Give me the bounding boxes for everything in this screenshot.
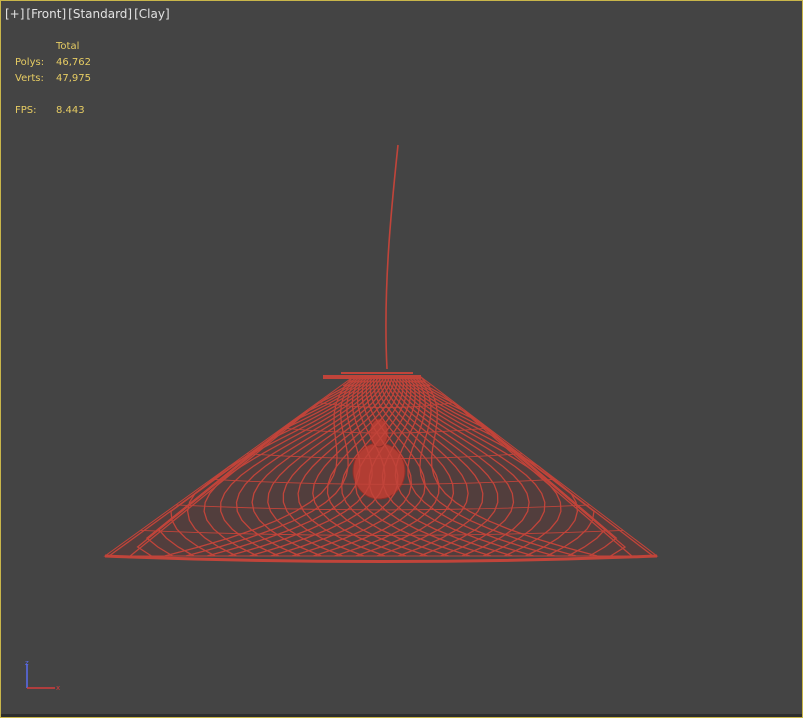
lamp-cable bbox=[385, 144, 399, 370]
axis-gizmo: z x bbox=[25, 659, 60, 692]
lamp-shade-rim bbox=[104, 554, 658, 563]
svg-text:z: z bbox=[25, 659, 29, 667]
viewport-bottom-edge bbox=[1, 714, 802, 717]
viewport-front[interactable]: [+] [Front] [Standard] [Clay] Total Poly… bbox=[0, 0, 803, 718]
svg-text:x: x bbox=[56, 684, 60, 692]
lamp-shade-model[interactable] bbox=[1, 1, 802, 717]
